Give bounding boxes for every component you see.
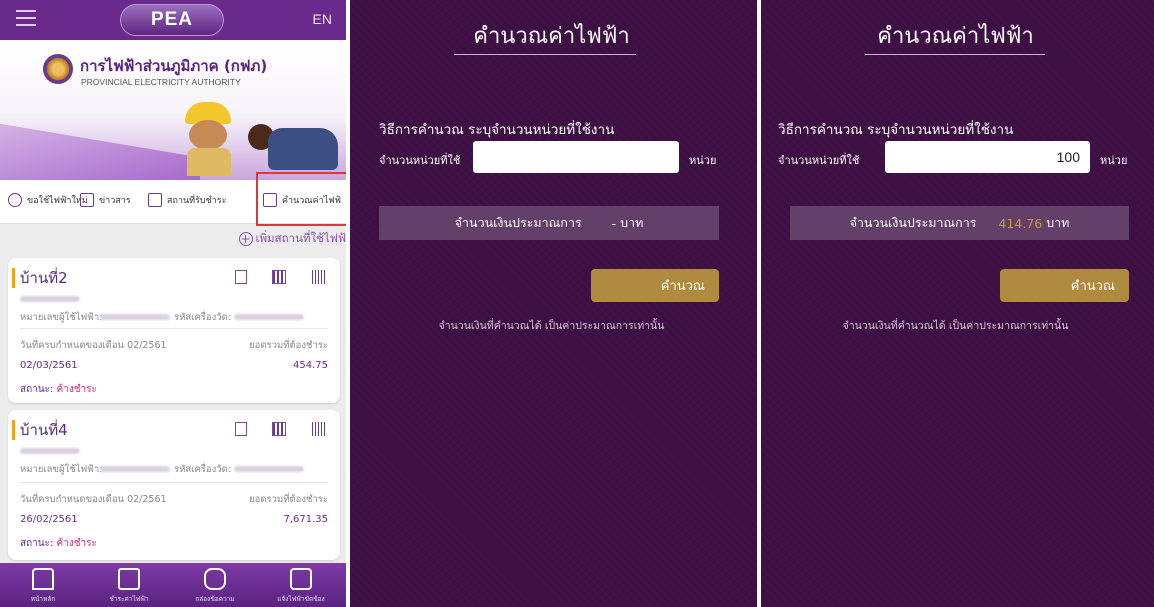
- quicknav-new-service[interactable]: ขอใช้ไฟฟ้าใหม่: [8, 193, 88, 207]
- tab-report-outage[interactable]: แจ้งไฟฟ้าขัดข้อง: [258, 563, 344, 607]
- bulb-icon: [8, 193, 22, 207]
- quicknav-news[interactable]: ข่าวสาร: [80, 193, 131, 207]
- tab-home[interactable]: หน้าหลัก: [0, 563, 86, 607]
- account-card[interactable]: บ้านที่2 หมายเลขผู้ใช้ไฟฟ้า: รหัสเครื่อง…: [8, 258, 340, 403]
- barcode-icon[interactable]: [312, 422, 326, 436]
- invoice-icon[interactable]: [235, 270, 247, 284]
- estimated-amount: จำนวนเงินประมาณการ 414.76 บาท: [790, 206, 1129, 240]
- tab-inbox[interactable]: กล่องข้อความ: [172, 563, 258, 607]
- org-name-thai: การไฟฟ้าส่วนภูมิภาค (กฟภ): [80, 57, 268, 75]
- org-name-english: PROVINCIAL ELECTRICITY AUTHORITY: [81, 77, 241, 87]
- units-label: จำนวนหน่วยที่ใช้: [379, 154, 461, 167]
- estimated-amount-value: 414.76: [998, 215, 1043, 231]
- mascot-illustration: [175, 102, 245, 176]
- home-icon: [32, 568, 54, 590]
- news-icon: [80, 193, 94, 207]
- status-badge: ค้างชำระ: [56, 384, 97, 395]
- amount-due: 7,671.35: [283, 514, 328, 525]
- wallet-icon: [118, 568, 140, 590]
- app-header: PEA EN: [0, 0, 346, 40]
- highlight-annotation: [256, 172, 346, 226]
- estimated-amount-value: -: [611, 215, 617, 231]
- calc-method-label: วิธีการคำนวณ ระบุจำนวนหน่วยที่ใช้งาน: [778, 122, 1014, 138]
- bottom-tab-bar: หน้าหลัก ชำระค่าไฟฟ้า กล่องข้อความ แจ้งไ…: [0, 563, 346, 607]
- calculator-screen-result: คำนวณค่าไฟฟ้า วิธีการคำนวณ ระบุจำนวนหน่ว…: [757, 0, 1154, 607]
- outage-icon: [290, 568, 312, 590]
- units-input[interactable]: [885, 141, 1090, 173]
- hamburger-menu-icon[interactable]: [16, 10, 36, 28]
- plus-circle-icon: +: [238, 232, 253, 246]
- home-screen: PEA EN การไฟฟ้าส่วนภูมิภาค (กฟภ) PROVINC…: [0, 0, 346, 607]
- calc-method-label: วิธีการคำนวณ ระบุจำนวนหน่วยที่ใช้งาน: [379, 122, 615, 138]
- pea-seal-icon: [43, 54, 73, 84]
- status-badge: ค้างชำระ: [56, 538, 97, 549]
- page-title: คำนวณค่าไฟฟ้า: [877, 24, 1034, 49]
- account-card[interactable]: บ้านที่4 หมายเลขผู้ใช้ไฟฟ้า: รหัสเครื่อง…: [8, 410, 340, 560]
- disclaimer-note: จำนวนเงินที่คำนวณได้ เป็นค่าประมาณการเท่…: [438, 320, 665, 332]
- barcode-icon[interactable]: [312, 270, 326, 284]
- qr-code-icon[interactable]: [272, 270, 286, 284]
- calculator-screen-empty: คำนวณค่าไฟฟ้า วิธีการคำนวณ ระบุจำนวนหน่ว…: [346, 0, 757, 607]
- card-title: บ้านที่4: [20, 421, 68, 439]
- due-date: 02/03/2561: [20, 360, 78, 371]
- due-date: 26/02/2561: [20, 514, 78, 525]
- add-place-button[interactable]: + เพิ่มสถานที่ใช้ไฟฟ้: [238, 230, 346, 248]
- invoice-icon[interactable]: [235, 422, 247, 436]
- calculate-button[interactable]: คำนวณ: [591, 269, 719, 302]
- status-label: สถานะ:: [20, 538, 54, 549]
- units-label: จำนวนหน่วยที่ใช้: [778, 154, 860, 167]
- language-button[interactable]: EN: [313, 11, 332, 27]
- hero-banner: การไฟฟ้าส่วนภูมิภาค (กฟภ) PROVINCIAL ELE…: [0, 40, 346, 180]
- tab-pay-bill[interactable]: ชำระค่าไฟฟ้า: [86, 563, 172, 607]
- amount-due: 454.75: [293, 360, 328, 371]
- car-illustration: [268, 128, 338, 170]
- unit-suffix: หน่วย: [689, 154, 717, 167]
- message-icon: [204, 568, 226, 590]
- calculate-button[interactable]: คำนวณ: [1000, 269, 1129, 302]
- status-label: สถานะ:: [20, 384, 54, 395]
- card-title: บ้านที่2: [20, 269, 68, 287]
- disclaimer-note: จำนวนเงินที่คำนวณได้ เป็นค่าประมาณการเท่…: [842, 320, 1069, 332]
- cashier-icon: [148, 193, 162, 207]
- qr-code-icon[interactable]: [272, 422, 286, 436]
- unit-suffix: หน่วย: [1100, 154, 1128, 167]
- page-title: คำนวณค่าไฟฟ้า: [473, 24, 630, 49]
- quicknav-payment-places[interactable]: สถานที่รับชำระ: [148, 193, 226, 207]
- estimated-amount: จำนวนเงินประมาณการ - บาท: [379, 206, 719, 240]
- pea-logo: PEA: [120, 4, 224, 36]
- units-input[interactable]: [473, 141, 679, 173]
